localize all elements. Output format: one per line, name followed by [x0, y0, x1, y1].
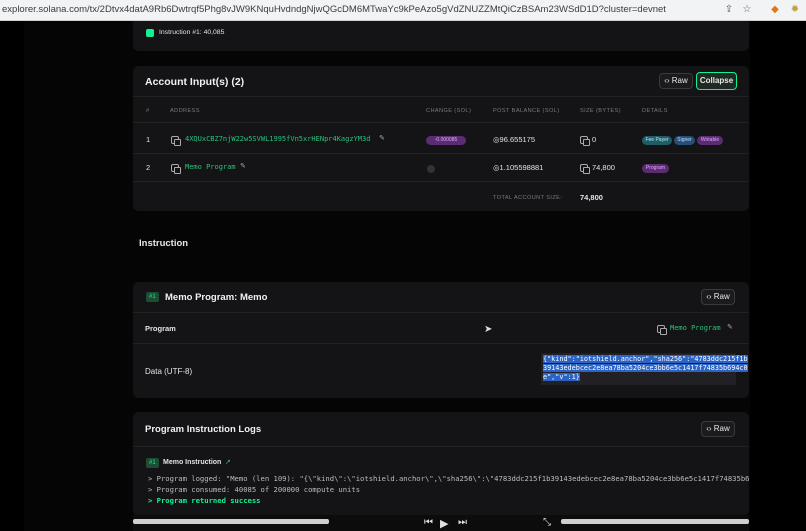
- skip-back-icon[interactable]: ⏮: [424, 517, 433, 528]
- status-square-icon: [146, 29, 154, 37]
- copy-icon[interactable]: [171, 136, 181, 146]
- row-2-size: 74,800: [592, 163, 615, 172]
- left-gutter: [0, 21, 24, 531]
- fee-payer-badge: Fee Payer: [642, 136, 672, 145]
- log-line: > Program consumed: 40085 of 200000 comp…: [148, 485, 361, 494]
- logs-card-title: Program Instruction Logs: [145, 424, 262, 435]
- col-header-details: DETAILS: [642, 108, 668, 114]
- code-icon: ‹›: [706, 292, 714, 301]
- seek-bar-left[interactable]: [133, 519, 329, 524]
- account-inputs-title: Account Input(s) (2): [145, 76, 245, 88]
- total-account-size-value: 74,800: [580, 193, 603, 202]
- instruction-number-badge: #1: [146, 292, 159, 302]
- memo-card-title: Memo Program: Memo: [165, 292, 268, 303]
- row-1-size: 0: [592, 135, 597, 144]
- mouse-cursor-icon: ➤: [484, 324, 493, 335]
- card-divider: [133, 343, 749, 344]
- log-sub-title: Memo Instruction: [163, 459, 222, 466]
- row-1-post-balance: ◎96.655175: [493, 135, 535, 144]
- bookmark-star-icon[interactable]: ☆: [740, 3, 754, 17]
- url-text[interactable]: explorer.solana.com/tx/2Dtvx4datA9Rb6Dwt…: [2, 4, 666, 15]
- browser-address-bar[interactable]: explorer.solana.com/tx/2Dtvx4datA9Rb6Dwt…: [0, 0, 806, 21]
- col-header-size: SIZE (BYTES): [580, 108, 621, 114]
- data-value-box[interactable]: {"kind":"iotshield.anchor","sha256":"478…: [541, 353, 748, 385]
- row-2-address-link[interactable]: Memo Program: [185, 163, 236, 171]
- copy-icon[interactable]: [171, 164, 181, 174]
- row-divider: [133, 181, 749, 182]
- extension-icon[interactable]: ✹: [788, 3, 802, 17]
- memo-program-card: #1 Memo Program: Memo ‹› Raw Program Mem…: [133, 282, 749, 398]
- row-divider: [133, 153, 749, 154]
- account-inputs-card: Account Input(s) (2) ‹› Raw Collapse # A…: [133, 66, 749, 211]
- program-link[interactable]: Memo Program: [670, 324, 721, 332]
- log-line: > Program logged: "Memo (len 109): "{\"k…: [148, 474, 750, 483]
- col-header-change: CHANGE (SOL): [426, 108, 472, 114]
- fullscreen-icon[interactable]: ⤡: [543, 517, 551, 528]
- skip-forward-icon[interactable]: ⏭: [458, 517, 467, 528]
- col-header-address: ADDRESS: [170, 108, 200, 114]
- row-1-address-link[interactable]: 4XQUxCBZ7njW22w5SVWL1995fVn5xrHENpr4Kagz…: [185, 135, 370, 143]
- right-gutter: [750, 21, 806, 531]
- col-header-post-balance: POST BALANCE (SOL): [493, 108, 560, 114]
- copy-icon[interactable]: [580, 136, 590, 146]
- raw-label: Raw: [671, 76, 688, 85]
- metamask-icon[interactable]: ◆: [768, 3, 782, 17]
- data-line: e","v":1}: [543, 373, 580, 381]
- total-account-size-label: TOTAL ACCOUNT SIZE:: [493, 195, 563, 201]
- change-badge: -0.000085: [426, 136, 466, 145]
- row-2-index: 2: [146, 163, 151, 172]
- copy-icon[interactable]: [580, 164, 590, 174]
- copy-icon[interactable]: [657, 325, 667, 335]
- header-divider: [133, 96, 749, 97]
- raw-button[interactable]: ‹› Raw: [659, 73, 693, 89]
- edit-icon[interactable]: ✎: [379, 134, 385, 142]
- raw-button[interactable]: ‹› Raw: [701, 421, 735, 437]
- row-2-post-balance: ◎1.105598881: [493, 163, 544, 172]
- row-divider: [133, 122, 749, 123]
- play-icon[interactable]: ▶: [440, 517, 448, 530]
- data-line: {"kind":"iotshield.anchor","sha256":"478…: [543, 355, 748, 363]
- log-number-badge: #1: [146, 458, 159, 468]
- row-1-index: 1: [146, 135, 151, 144]
- zero-change-dot: [427, 165, 435, 173]
- program-badge: Program: [642, 164, 669, 173]
- video-player-bar[interactable]: ⏮ ▶ ⏭ ⤡: [133, 515, 749, 531]
- edit-icon[interactable]: ✎: [727, 323, 733, 331]
- log-line-success: > Program returned success: [148, 496, 261, 505]
- code-icon: ‹›: [664, 76, 672, 85]
- collapse-button[interactable]: Collapse: [696, 72, 737, 90]
- data-utf8-label: Data (UTF-8): [145, 367, 193, 376]
- writable-badge: Writable: [697, 136, 723, 145]
- instruction-heading: Instruction: [139, 238, 189, 249]
- link-icon[interactable]: ↗: [225, 458, 231, 466]
- col-header-index: #: [146, 108, 150, 114]
- seek-bar-right[interactable]: [561, 519, 749, 524]
- raw-button[interactable]: ‹› Raw: [701, 289, 735, 305]
- instruction-summary-card: Instruction #1: 40,085: [133, 21, 749, 51]
- share-icon[interactable]: ⇪: [722, 3, 736, 17]
- code-icon: ‹›: [706, 424, 714, 433]
- raw-label: Raw: [713, 292, 730, 301]
- program-label: Program: [145, 324, 176, 333]
- edit-icon[interactable]: ✎: [240, 162, 246, 170]
- signer-badge: Signer: [674, 136, 695, 145]
- instruction-summary-text: Instruction #1: 40,085: [159, 29, 225, 36]
- raw-label: Raw: [713, 424, 730, 433]
- data-line: 39143edebcec2e8ea78ba5204ce3bb6e5c1417f7…: [543, 364, 748, 372]
- card-divider: [133, 446, 749, 447]
- card-divider: [133, 312, 749, 313]
- program-logs-card: Program Instruction Logs ‹› Raw #1 Memo …: [133, 412, 750, 516]
